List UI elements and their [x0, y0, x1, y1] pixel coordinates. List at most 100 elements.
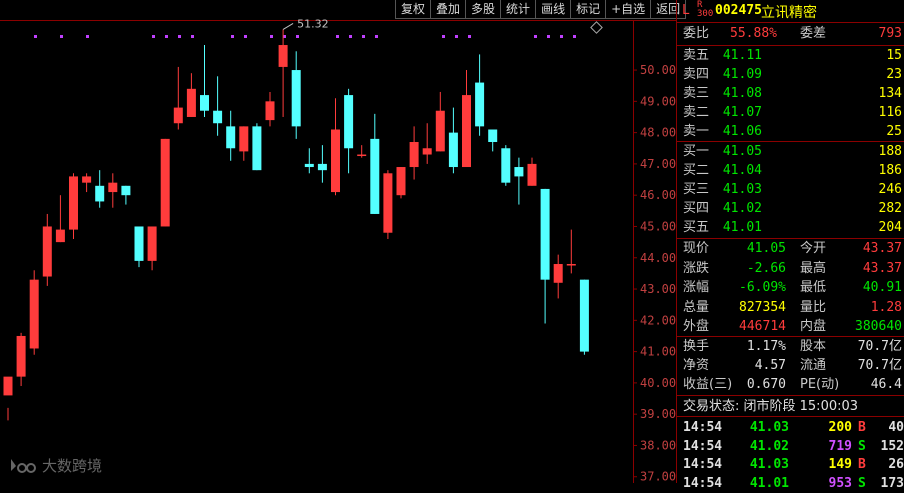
tick-time: 14:54	[683, 438, 723, 454]
tick-row[interactable]: 14:54 41.03 200 B 40	[677, 418, 904, 437]
candle-body	[95, 185, 105, 202]
candle-body	[173, 107, 183, 124]
tick-row[interactable]: 14:54 41.03 149 B 26	[677, 455, 904, 474]
rights-indicator: R 300	[697, 1, 713, 19]
toolbar-button-4[interactable]: 画线	[536, 0, 572, 19]
separator	[677, 416, 904, 417]
y-tick-label: 38.00	[640, 438, 676, 452]
signal-dot	[86, 35, 89, 38]
stat-label: 量比	[800, 299, 827, 315]
fin-row: 收益(三) 0.670 PE(动) 46.4	[677, 375, 904, 394]
tick-side: B	[858, 420, 866, 435]
candle-body	[160, 138, 170, 227]
max-annotation: 51.32	[297, 17, 329, 30]
signal-dot	[244, 35, 247, 38]
book-row[interactable]: 买一 41.05 188	[677, 142, 904, 161]
book-row[interactable]: 卖一 41.06 25	[677, 122, 904, 141]
tick-price: 41.02	[749, 438, 789, 454]
tick-time: 14:54	[683, 420, 723, 435]
fin-label: 流通	[800, 358, 827, 373]
separator	[677, 22, 904, 23]
y-tick-label: 41.00	[640, 345, 676, 359]
chart-toolbar: 复权 叠加 多股 统计 画线 标记 +自选 返回	[395, 0, 687, 20]
toolbar-button-2[interactable]: 多股	[466, 0, 502, 19]
stat-value: 43.37	[862, 260, 902, 276]
book-label: 买四	[683, 201, 710, 216]
toolbar-button-0[interactable]: 复权	[395, 0, 432, 19]
signal-dot	[336, 35, 339, 38]
book-row[interactable]: 买四 41.02 282	[677, 199, 904, 218]
weibi-value: 55.88%	[730, 26, 777, 41]
fin-label: 收益(三)	[683, 377, 733, 392]
watermark: 大数跨境	[8, 455, 102, 476]
tick-side: B	[858, 457, 866, 472]
book-label: 卖五	[683, 48, 710, 63]
fin-label: 换手	[683, 339, 710, 354]
book-row[interactable]: 卖二 41.07 116	[677, 103, 904, 122]
trade-status-row: 交易状态: 闭市阶段 15:00:03	[677, 397, 904, 416]
weicha-label: 委差	[800, 26, 827, 41]
book-price: 41.02	[722, 201, 762, 216]
toolbar-button-3[interactable]: 统计	[501, 0, 537, 19]
candle-body	[553, 264, 563, 283]
book-volume: 15	[886, 48, 902, 63]
signal-dot	[270, 35, 273, 38]
y-tick-label: 45.00	[640, 219, 676, 233]
book-volume: 282	[878, 201, 902, 216]
y-tick-label: 42.00	[640, 313, 676, 327]
stat-value: 40.91	[862, 280, 902, 295]
stat-value: 380640	[855, 319, 902, 334]
book-row[interactable]: 卖五 41.11 15	[677, 46, 904, 65]
candle-body	[252, 126, 262, 171]
candle-body	[82, 176, 92, 183]
tick-row[interactable]: 14:54 41.01 953 S 173	[677, 474, 904, 493]
signal-dot	[534, 35, 537, 38]
fin-row: 换手 1.17% 股本 70.7亿	[677, 337, 904, 356]
signal-dot	[573, 35, 576, 38]
stat-label: 今开	[800, 241, 827, 256]
book-row[interactable]: 买二 41.04 186	[677, 161, 904, 180]
stat-value: -2.66	[746, 260, 786, 276]
level-indicator: L	[682, 3, 690, 18]
tick-row[interactable]: 14:54 41.02 719 S 152	[677, 437, 904, 456]
tick-price: 41.01	[749, 475, 789, 491]
toolbar-button-1[interactable]: 叠加	[431, 0, 467, 19]
stat-label: 涨跌	[683, 260, 710, 276]
tick-volume: 719	[828, 438, 852, 454]
book-volume: 246	[878, 182, 902, 197]
book-row[interactable]: 买五 41.01 204	[677, 218, 904, 237]
signal-dot	[455, 35, 458, 38]
book-price: 41.05	[722, 144, 762, 159]
y-tick-label: 40.00	[640, 376, 676, 390]
toolbar-button-5[interactable]: 标记	[571, 0, 607, 19]
tick-time: 14:54	[683, 475, 723, 491]
candle-body	[514, 167, 524, 177]
candle-body	[396, 167, 406, 196]
book-row[interactable]: 卖三 41.08 134	[677, 84, 904, 103]
signal-dot	[560, 35, 563, 38]
candle-body	[462, 95, 471, 168]
book-label: 卖三	[683, 86, 710, 101]
stat-value: -6.09%	[739, 280, 786, 295]
candle-body	[579, 279, 589, 352]
candlestick-chart[interactable]: 50.00 49.00 48.00 47.00 46.00 45.00 44.00 43.00…	[0, 0, 676, 483]
book-volume: 134	[878, 86, 902, 101]
book-volume: 23	[886, 67, 902, 82]
book-row[interactable]: 买三 41.03 246	[677, 180, 904, 199]
y-tick-label: 39.00	[640, 407, 676, 421]
tick-volume: 953	[828, 475, 852, 491]
stats-row: 涨跌 -2.66 最高 43.37	[677, 259, 904, 278]
candle-body	[422, 148, 432, 155]
stock-name: 立讯精密	[761, 5, 817, 21]
tick-price: 41.03	[749, 420, 789, 435]
candle-body	[265, 101, 275, 121]
book-price: 41.09	[722, 67, 762, 82]
book-row[interactable]: 卖四 41.09 23	[677, 65, 904, 84]
signal-dot	[152, 35, 155, 38]
candle-body	[383, 173, 393, 233]
stat-value: 43.37	[862, 241, 902, 256]
signal-dot	[165, 35, 168, 38]
toolbar-button-6[interactable]: +自选	[606, 0, 652, 19]
book-price: 41.06	[722, 124, 762, 139]
stat-label: 最低	[800, 280, 827, 295]
